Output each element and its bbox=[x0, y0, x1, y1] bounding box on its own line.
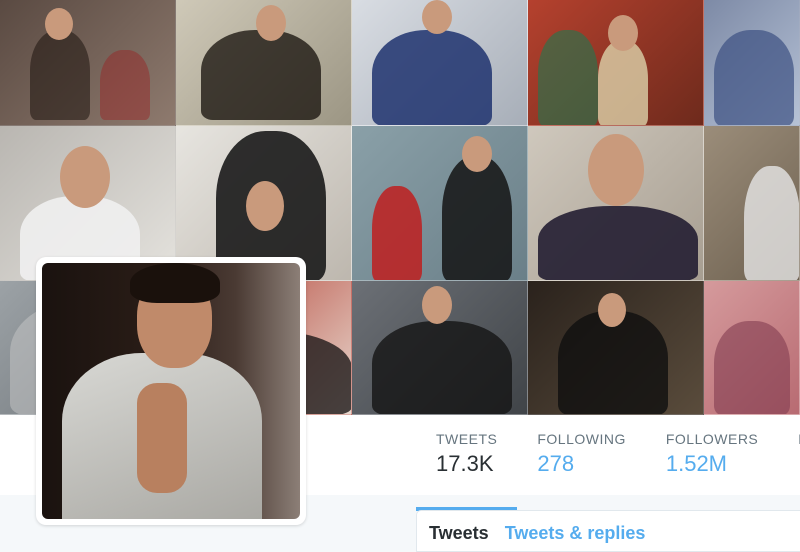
stat-followers-value: 1.52M bbox=[665, 451, 728, 476]
stat-likes[interactable]: L bbox=[778, 415, 800, 495]
avatar-photo bbox=[42, 263, 300, 519]
header-photo-tile bbox=[704, 281, 800, 415]
header-photo-tile bbox=[528, 281, 704, 415]
stat-followers-label: FOLLOWERS bbox=[665, 431, 759, 447]
header-photo-tile bbox=[528, 126, 704, 281]
header-photo-tile bbox=[0, 0, 176, 126]
timeline-heading: Tweets bbox=[429, 523, 489, 543]
header-photo-tile bbox=[352, 0, 528, 126]
stat-following-label: FOLLOWING bbox=[537, 431, 626, 447]
tab-tweets-replies[interactable]: Tweets & replies bbox=[505, 523, 646, 543]
stat-tweets-label: TWEETS bbox=[436, 431, 498, 447]
header-photo-tile bbox=[528, 0, 704, 126]
header-photo-tile bbox=[352, 126, 528, 281]
header-photo-tile bbox=[704, 0, 800, 126]
stat-followers[interactable]: FOLLOWERS 1.52M bbox=[646, 415, 778, 495]
stat-following-value: 278 bbox=[537, 451, 575, 476]
profile-avatar[interactable] bbox=[36, 257, 306, 525]
stat-following[interactable]: FOLLOWING 278 bbox=[517, 415, 646, 495]
profile-stats-nav: TWEETS 17.3K FOLLOWING 278 FOLLOWERS 1.5… bbox=[416, 415, 800, 511]
stat-tweets[interactable]: TWEETS 17.3K bbox=[416, 415, 518, 511]
timeline-box: Tweets Tweets & replies bbox=[416, 510, 800, 552]
header-photo-tile bbox=[704, 126, 800, 281]
header-photo-tile bbox=[352, 281, 528, 415]
stat-tweets-value: 17.3K bbox=[436, 451, 494, 476]
header-photo-tile bbox=[176, 0, 352, 126]
